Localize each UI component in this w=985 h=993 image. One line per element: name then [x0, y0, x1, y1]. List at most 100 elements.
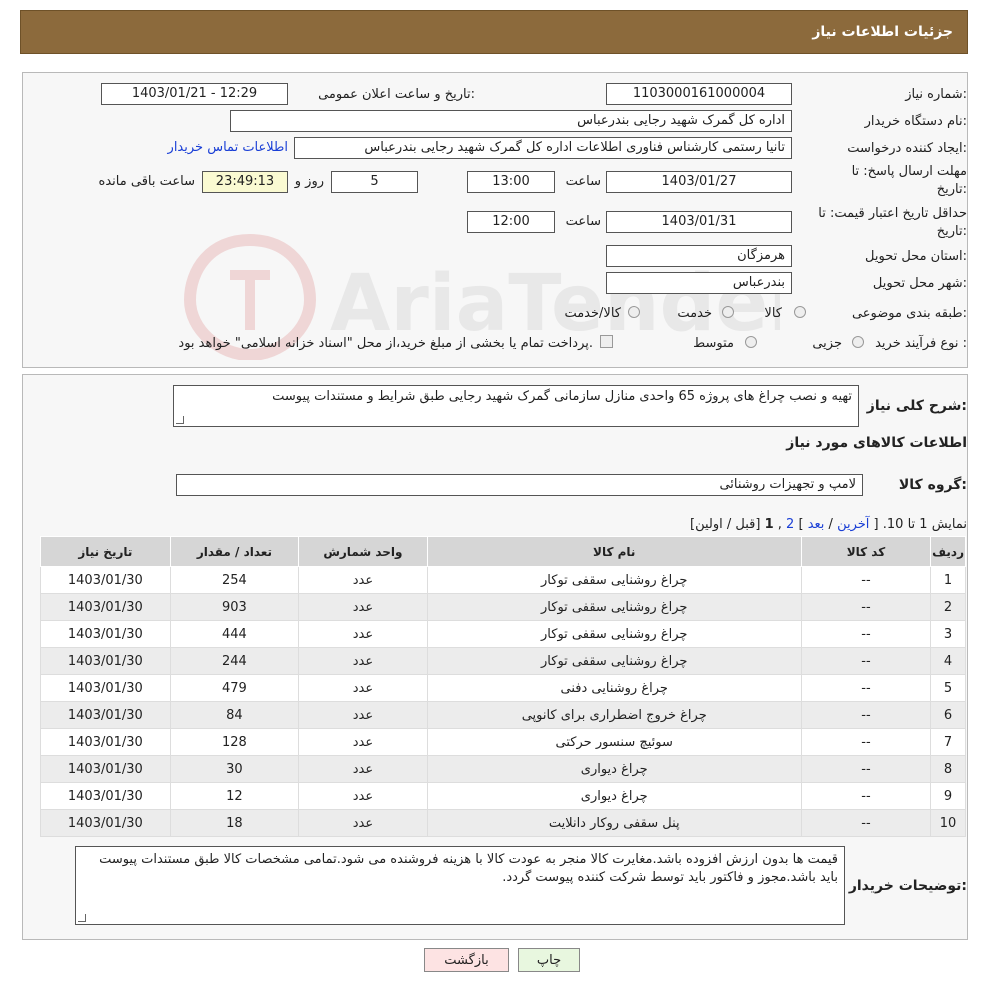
quantity-cell: 254: [169, 566, 300, 594]
description-text: تهیه و نصب چراغ های پروژه 65 واحدی منازل…: [272, 389, 852, 404]
deadline-label: مهلت ارسال پاسخ: تا: [851, 164, 967, 179]
need-date-cell: 1403/01/30: [40, 647, 171, 675]
need-date-cell: 1403/01/30: [40, 620, 171, 648]
description-label: شرح کلی نیاز:: [866, 398, 967, 414]
goods-code-cell: --: [800, 566, 932, 594]
buyer-notes-label: توضیحات خریدار:: [848, 878, 967, 894]
goods-name-cell: پنل سقفی روکار دانلایت: [426, 809, 802, 837]
remaining-time-field: 23:49:13: [202, 171, 288, 193]
goods-code-cell: --: [800, 728, 932, 756]
quantity-cell: 479: [169, 674, 300, 702]
row-number-cell: 7: [930, 728, 966, 756]
goods-name-cell: چراغ روشنایی سقفی توکار: [426, 647, 802, 675]
column-header-need-date: تاریخ نیاز: [40, 536, 171, 567]
city-field: بندرعباس: [606, 272, 792, 294]
resize-handle-icon[interactable]: [176, 416, 184, 424]
buyer-contact-link[interactable]: اطلاعات تماس خریدار: [168, 140, 288, 155]
process-radio-medium[interactable]: [745, 336, 757, 348]
category-radio-service[interactable]: [722, 306, 734, 318]
need-date-cell: 1403/01/30: [40, 593, 171, 621]
goods-name-cell: چراغ خروج اضطراری برای کانوپی: [426, 701, 802, 729]
resize-handle-icon[interactable]: [78, 914, 86, 922]
process-note: پرداخت تمام یا بخشی از مبلغ خرید،از محل …: [178, 336, 593, 351]
process-option-medium: متوسط: [693, 336, 734, 351]
goods-code-cell: --: [800, 755, 932, 783]
table-row: 10 -- پنل سقفی روکار دانلایت عدد 18 1403/01/3…: [40, 809, 966, 837]
validity-date-field: 1403/01/31: [606, 211, 792, 233]
process-option-minor: جزیی: [812, 336, 842, 351]
row-number-cell: 8: [930, 755, 966, 783]
description-textarea[interactable]: تهیه و نصب چراغ های پروژه 65 واحدی منازل…: [173, 385, 859, 427]
goods-name-cell: چراغ روشنایی سقفی توکار: [426, 566, 802, 594]
validity-time-label: ساعت: [565, 214, 601, 229]
goods-code-cell: --: [800, 593, 932, 621]
requester-label: ایجاد کننده درخواست:: [847, 141, 967, 156]
unit-cell: عدد: [298, 755, 428, 783]
goods-name-cell: چراغ روشنایی سقفی توکار: [426, 620, 802, 648]
quantity-cell: 84: [169, 701, 300, 729]
unit-cell: عدد: [298, 701, 428, 729]
table-row: 1 -- چراغ روشنایی سقفی توکار عدد 254 1403/01/…: [40, 566, 966, 594]
goods-name-cell: چراغ دیواری: [426, 782, 802, 810]
goods-code-cell: --: [800, 701, 932, 729]
category-radio-goods-service[interactable]: [628, 306, 640, 318]
validity-label-date: تاریخ:: [936, 224, 967, 239]
need-date-cell: 1403/01/30: [40, 809, 171, 837]
table-row: 8 -- چراغ دیواری عدد 30 1403/01/30: [40, 755, 966, 783]
deadline-time-label: ساعت: [565, 174, 601, 189]
unit-cell: عدد: [298, 593, 428, 621]
pager-current-page: 1: [764, 517, 774, 532]
pager: نمایش 1 تا 10. [ آخرین / بعد ] 2 , 1 [قب…: [690, 517, 967, 532]
goods-code-cell: --: [800, 647, 932, 675]
need-date-cell: 1403/01/30: [40, 755, 171, 783]
category-label: طبقه بندی موضوعی:: [851, 306, 967, 321]
announce-label: تاریخ و ساعت اعلان عمومی:: [318, 87, 475, 102]
column-header-goods-code: کد کالا: [800, 536, 932, 567]
province-label: استان محل تحویل:: [865, 249, 967, 264]
pager-next-link[interactable]: بعد: [808, 517, 825, 532]
validity-label: حداقل تاریخ اعتبار قیمت: تا: [818, 206, 967, 221]
pager-prev-first: قبل / اولین: [695, 517, 756, 532]
quantity-cell: 12: [169, 782, 300, 810]
process-radio-minor[interactable]: [852, 336, 864, 348]
treasury-checkbox[interactable]: [600, 335, 613, 348]
goods-code-cell: --: [800, 674, 932, 702]
goods-code-cell: --: [800, 809, 932, 837]
unit-cell: عدد: [298, 809, 428, 837]
need-number-label: شماره نیاز:: [905, 87, 967, 102]
back-button[interactable]: بازگشت: [424, 948, 509, 972]
page-title: جزئیات اطلاعات نیاز: [812, 24, 953, 40]
quantity-cell: 128: [169, 728, 300, 756]
deadline-label-date: تاریخ:: [936, 182, 967, 197]
category-option-service: خدمت: [677, 306, 712, 321]
pager-range: نمایش 1 تا 10.: [882, 517, 967, 532]
validity-time-field: 12:00: [467, 211, 555, 233]
need-date-cell: 1403/01/30: [40, 674, 171, 702]
row-number-cell: 3: [930, 620, 966, 648]
pager-last-link[interactable]: آخرین: [837, 517, 869, 532]
column-header-unit: واحد شمارش: [298, 536, 428, 567]
table-row: 2 -- چراغ روشنایی سقفی توکار عدد 903 1403/01/…: [40, 593, 966, 621]
category-radio-goods[interactable]: [794, 306, 806, 318]
column-header-quantity: تعداد / مقدار: [169, 536, 300, 567]
column-header-goods-name: نام کالا: [426, 536, 802, 567]
remaining-days-field: 5: [331, 171, 418, 193]
row-number-cell: 10: [930, 809, 966, 837]
goods-name-cell: چراغ دیواری: [426, 755, 802, 783]
remaining-label: ساعت باقی مانده: [98, 174, 195, 189]
need-number-field: 1103000161000004: [606, 83, 792, 105]
buyer-notes-textarea[interactable]: قیمت ها بدون ارزش افزوده باشد.مغایرت کال…: [75, 846, 845, 925]
province-field: هرمزگان: [606, 245, 792, 267]
process-label: نوع فرآیند خرید :: [875, 336, 967, 351]
category-option-goods-service: کالا/خدمت: [564, 306, 621, 321]
goods-section-title: اطلاعات کالاهای مورد نیاز: [786, 435, 967, 451]
category-option-goods: کالا: [764, 306, 782, 321]
unit-cell: عدد: [298, 728, 428, 756]
row-number-cell: 5: [930, 674, 966, 702]
need-date-cell: 1403/01/30: [40, 782, 171, 810]
quantity-cell: 444: [169, 620, 300, 648]
print-button[interactable]: چاپ: [518, 948, 580, 972]
need-date-cell: 1403/01/30: [40, 728, 171, 756]
goods-table: ردیف کد کالا نام کالا واحد شمارش تعداد /…: [40, 536, 966, 837]
table-row: 3 -- چراغ روشنایی سقفی توکار عدد 444 1403/01/…: [40, 620, 966, 648]
